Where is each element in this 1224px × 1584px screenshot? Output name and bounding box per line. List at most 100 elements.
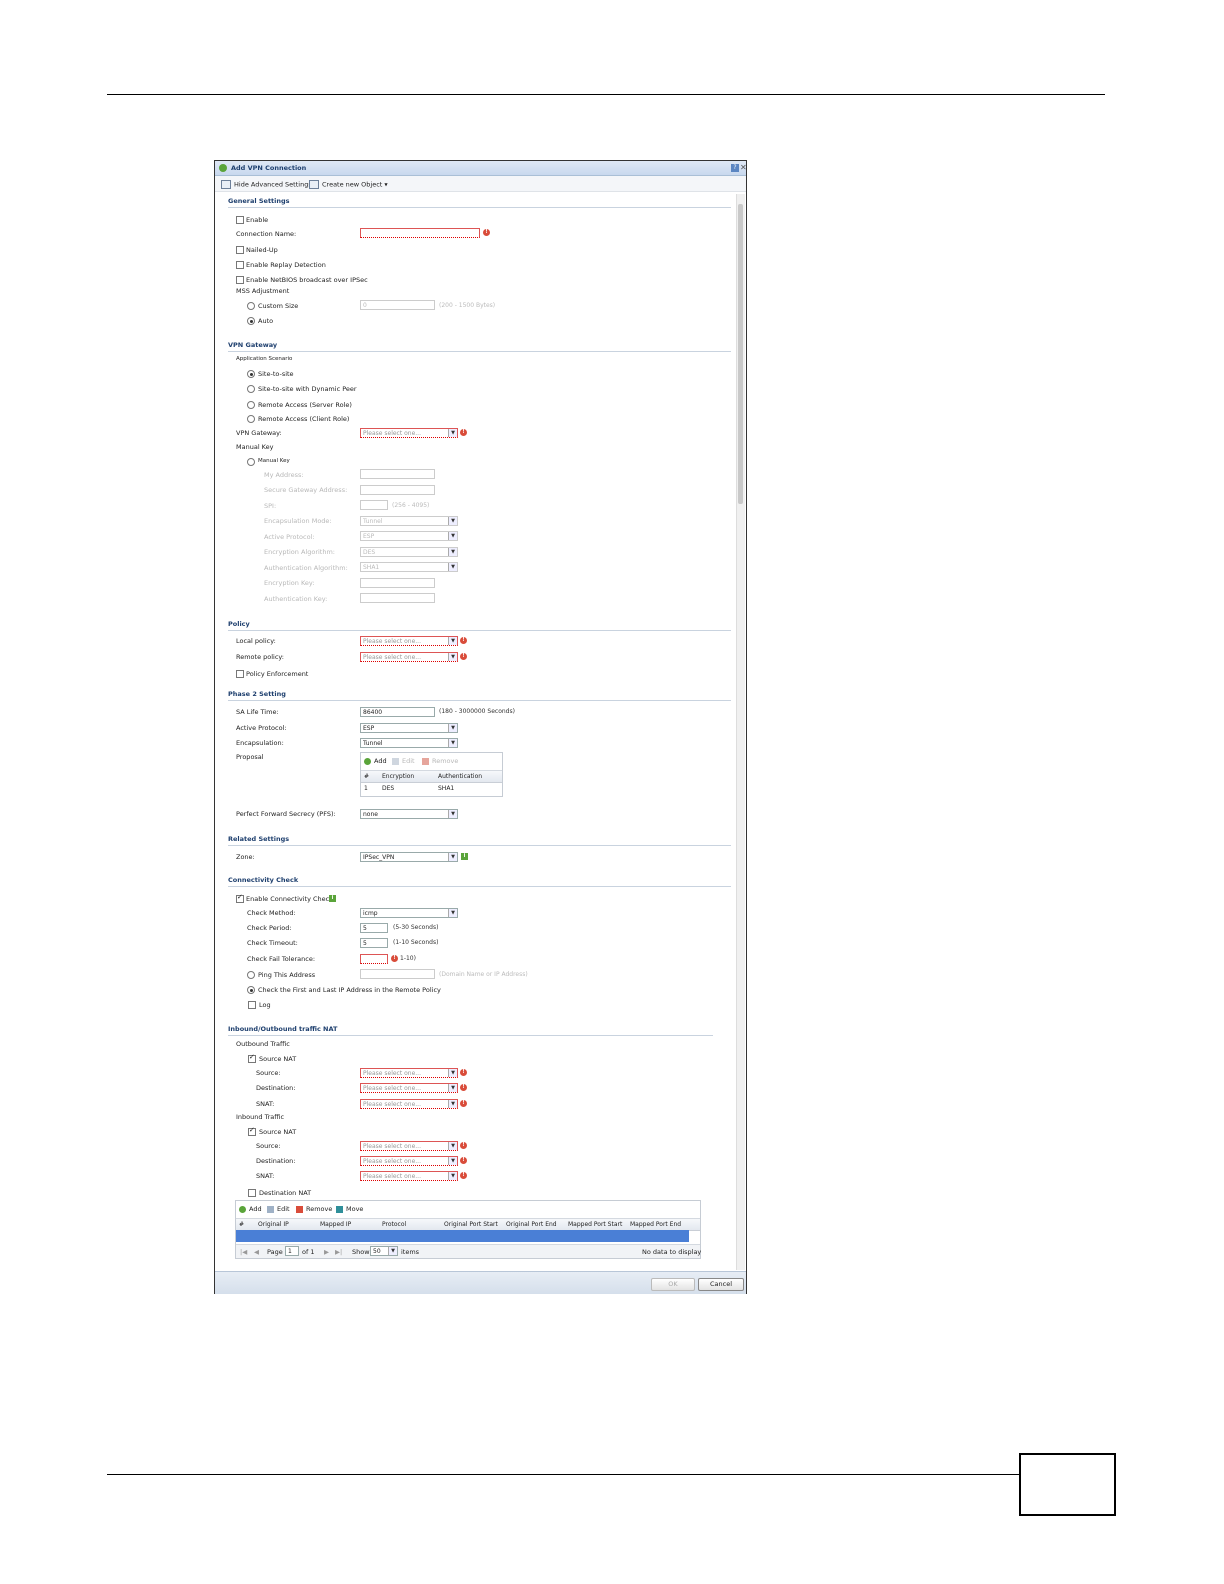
spi-hint: (256 - 4095)	[392, 502, 430, 509]
outbound-snat-select[interactable]: Please select one... ▼	[360, 1099, 458, 1109]
check-method-select[interactable]: icmp ▼	[360, 908, 458, 918]
active-protocol-select[interactable]: ESP ▼	[360, 531, 458, 541]
encryption-key-input[interactable]	[360, 578, 435, 588]
connection-name-input[interactable]	[360, 228, 480, 238]
edit-icon	[267, 1205, 274, 1213]
auto-radio[interactable]	[247, 317, 255, 325]
inbound-snat-select[interactable]: Please select one... ▼	[360, 1171, 458, 1181]
phase2-protocol-label: Active Protocol:	[236, 724, 287, 732]
encap-mode-select[interactable]: Tunnel ▼	[360, 516, 458, 526]
error-icon: !	[460, 1100, 467, 1107]
spi-input[interactable]	[360, 500, 388, 510]
last-page-icon[interactable]: ▶|	[335, 1248, 342, 1256]
check-timeout-label: Check Timeout:	[247, 939, 298, 947]
column-header: #	[364, 773, 370, 780]
chevron-down-icon: ▼	[448, 1100, 457, 1108]
first-last-ip-radio[interactable]	[247, 986, 255, 994]
error-icon: !	[460, 1084, 467, 1091]
page-count: of 1	[302, 1248, 315, 1256]
help-icon[interactable]: ?	[731, 164, 739, 172]
destination-nat-checkbox[interactable]	[248, 1189, 256, 1197]
nat-add-button[interactable]: Add	[239, 1205, 262, 1213]
enable-checkbox[interactable]	[236, 216, 244, 224]
page-size-select[interactable]: 50 ▼	[370, 1246, 398, 1256]
pfs-label: Perfect Forward Secrecy (PFS):	[236, 810, 336, 818]
custom-size-radio[interactable]	[247, 302, 255, 310]
secure-gateway-label: Secure Gateway Address:	[264, 486, 348, 494]
scenario-client-role-radio[interactable]	[247, 415, 255, 423]
netbios-checkbox[interactable]	[236, 276, 244, 284]
sa-life-time-input[interactable]: 86400	[360, 707, 435, 717]
ping-address-radio[interactable]	[247, 971, 255, 979]
first-page-icon[interactable]: |◀	[240, 1248, 247, 1256]
chevron-down-icon: ▼	[448, 810, 457, 818]
check-timeout-input[interactable]: 5	[360, 938, 388, 948]
inbound-destination-select[interactable]: Please select one... ▼	[360, 1156, 458, 1166]
vpn-gateway-select[interactable]: Please select one... ▼	[360, 428, 458, 438]
encapsulation-label: Encapsulation:	[236, 739, 284, 747]
nailed-up-checkbox[interactable]	[236, 246, 244, 254]
inbound-source-select[interactable]: Please select one... ▼	[360, 1141, 458, 1151]
nat-move-button[interactable]: Move	[336, 1205, 363, 1213]
inbound-source-nat-checkbox[interactable]	[248, 1126, 256, 1136]
encryption-key-label: Encryption Key:	[264, 579, 315, 587]
dialog-scrollbar[interactable]	[736, 194, 745, 1270]
create-object-button[interactable]: Create new Object ▾	[309, 180, 388, 189]
replay-detection-checkbox[interactable]	[236, 261, 244, 269]
scenario-label: Application Scenario	[236, 356, 293, 362]
nat-remove-button[interactable]: Remove	[296, 1205, 332, 1213]
encryption-algorithm-label: Encryption Algorithm:	[264, 548, 335, 556]
manual-key-radio[interactable]	[247, 458, 255, 466]
scenario-dynamic-peer-radio[interactable]	[247, 385, 255, 393]
column-header: Mapped Port Start	[568, 1221, 623, 1228]
check-period-input[interactable]: 5	[360, 923, 388, 933]
zone-label: Zone:	[236, 853, 255, 861]
ping-address-label: Ping This Address	[258, 971, 316, 979]
secure-gateway-input[interactable]	[360, 485, 435, 495]
policy-enforcement-checkbox[interactable]	[236, 670, 244, 678]
proposal-edit-button[interactable]: Edit	[392, 757, 415, 765]
selected-row-highlight[interactable]	[236, 1230, 689, 1242]
scenario-site-to-site-radio[interactable]	[247, 370, 255, 378]
enable-label: Enable	[246, 216, 269, 224]
authentication-key-input[interactable]	[360, 593, 435, 603]
nat-edit-button[interactable]: Edit	[267, 1205, 290, 1213]
my-address-input[interactable]	[360, 469, 435, 479]
ok-button[interactable]: OK	[651, 1278, 695, 1291]
encapsulation-select[interactable]: Tunnel ▼	[360, 738, 458, 748]
nat-heading: Inbound/Outbound traffic NAT	[228, 1025, 338, 1033]
prev-page-icon[interactable]: ◀	[254, 1248, 259, 1256]
scenario-server-role-radio[interactable]	[247, 401, 255, 409]
outbound-source-nat-checkbox[interactable]	[248, 1053, 256, 1063]
custom-size-input[interactable]: 0	[360, 300, 435, 310]
outbound-destination-select[interactable]: Please select one... ▼	[360, 1083, 458, 1093]
authentication-algorithm-select[interactable]: SHA1 ▼	[360, 562, 458, 572]
outbound-source-select[interactable]: Please select one... ▼	[360, 1068, 458, 1078]
phase2-protocol-select[interactable]: ESP ▼	[360, 723, 458, 733]
hide-advanced-button[interactable]: Hide Advanced Settings	[221, 180, 312, 189]
log-checkbox[interactable]	[248, 1001, 256, 1009]
page-input[interactable]: 1	[285, 1246, 299, 1256]
ping-address-input[interactable]	[360, 969, 435, 979]
scrollbar-thumb[interactable]	[738, 204, 743, 504]
show-label: Show	[352, 1248, 370, 1256]
local-policy-select[interactable]: Please select one... ▼	[360, 636, 458, 646]
trash-icon	[296, 1205, 303, 1213]
proposal-add-button[interactable]: Add	[364, 757, 387, 765]
pfs-select[interactable]: none ▼	[360, 809, 458, 819]
check-timeout-hint: (1-10 Seconds)	[393, 939, 439, 946]
check-fail-input[interactable]	[360, 954, 388, 964]
connectivity-enable-checkbox[interactable]	[236, 893, 244, 903]
chevron-down-icon: ▼	[448, 548, 457, 556]
zone-select[interactable]: IPSec_VPN ▼	[360, 852, 458, 862]
encryption-algorithm-select[interactable]: DES ▼	[360, 547, 458, 557]
chevron-down-icon: ▼	[448, 1172, 457, 1180]
cancel-button[interactable]: Cancel	[698, 1278, 744, 1291]
next-page-icon[interactable]: ▶	[324, 1248, 329, 1256]
authentication-algorithm-label: Authentication Algorithm:	[264, 564, 348, 572]
close-icon[interactable]: ✕	[740, 163, 747, 172]
chevron-down-icon: ▼	[448, 563, 457, 571]
dialog-title: Add VPN Connection	[231, 164, 307, 172]
remote-policy-select[interactable]: Please select one... ▼	[360, 652, 458, 662]
proposal-remove-button[interactable]: Remove	[422, 757, 458, 765]
